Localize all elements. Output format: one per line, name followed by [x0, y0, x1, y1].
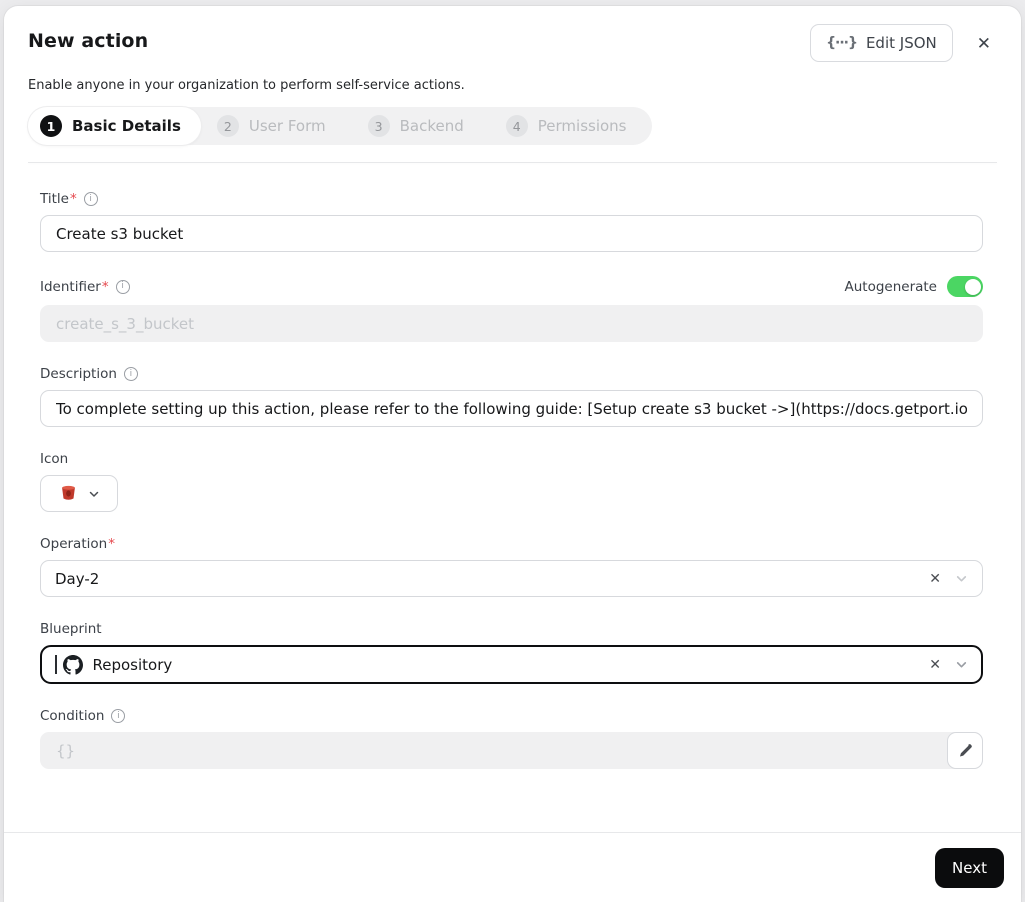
- clear-icon[interactable]: ✕: [929, 658, 941, 672]
- identifier-field-group: Identifier* i Autogenerate: [40, 276, 983, 342]
- step-basic-details[interactable]: 1 Basic Details: [28, 107, 201, 145]
- pencil-icon: [958, 743, 973, 758]
- chevron-down-icon[interactable]: [955, 572, 968, 585]
- new-action-modal: New action {···} Edit JSON ✕ Enable anyo…: [4, 6, 1021, 902]
- step-number: 4: [505, 115, 528, 137]
- step-number: 2: [216, 115, 239, 137]
- chevron-down-icon: [88, 488, 100, 500]
- operation-value: Day-2: [55, 569, 100, 588]
- condition-field-group: Condition i: [40, 708, 983, 769]
- curly-braces-icon: {···}: [826, 35, 858, 51]
- stepper: 1 Basic Details 2 User Form 3 Backend 4 …: [28, 107, 653, 145]
- icon-label: Icon: [40, 451, 69, 467]
- step-label: User Form: [248, 117, 326, 135]
- step-number: 3: [367, 115, 390, 137]
- step-backend[interactable]: 3 Backend: [352, 107, 490, 145]
- page-title: New action: [28, 30, 149, 52]
- s3-icon: [59, 484, 78, 503]
- chevron-down-icon[interactable]: [955, 658, 968, 671]
- required-asterisk: *: [101, 278, 109, 295]
- toggle-knob: [964, 278, 981, 295]
- title-input[interactable]: [40, 215, 983, 252]
- blueprint-label: Blueprint: [40, 621, 102, 637]
- step-label: Basic Details: [72, 117, 181, 135]
- step-label: Backend: [399, 117, 464, 135]
- operation-field-group: Operation* Day-2 ✕: [40, 536, 983, 597]
- icon-field-group: Icon: [40, 451, 983, 512]
- next-button[interactable]: Next: [935, 847, 1004, 888]
- step-label: Permissions: [537, 117, 627, 135]
- info-icon[interactable]: i: [123, 367, 138, 381]
- blueprint-value: Repository: [92, 655, 173, 674]
- identifier-label: Identifier*: [40, 278, 109, 295]
- autogenerate-toggle[interactable]: [947, 276, 983, 297]
- clear-icon[interactable]: ✕: [929, 572, 941, 586]
- blueprint-select[interactable]: Repository ✕: [40, 645, 983, 684]
- info-icon[interactable]: i: [115, 279, 130, 294]
- autogenerate-label: Autogenerate: [844, 278, 937, 295]
- info-icon[interactable]: i: [83, 192, 98, 206]
- title-field-group: Title* i: [40, 191, 983, 252]
- identifier-input: [40, 305, 983, 342]
- modal-subtitle: Enable anyone in your organization to pe…: [28, 78, 465, 93]
- operation-select[interactable]: Day-2 ✕: [40, 560, 983, 597]
- icon-select[interactable]: [40, 475, 118, 512]
- github-icon: [62, 654, 83, 675]
- condition-label: Condition: [40, 708, 105, 724]
- modal-footer: Next: [4, 832, 1021, 902]
- close-icon[interactable]: ✕: [971, 29, 997, 58]
- form-body: Title* i Identifier* i Autogenerate: [4, 163, 1021, 832]
- description-field-group: Description i: [40, 366, 983, 427]
- step-number: 1: [40, 115, 62, 137]
- info-icon[interactable]: i: [111, 709, 126, 723]
- description-label: Description: [40, 366, 117, 382]
- text-cursor: [55, 655, 57, 674]
- modal-header: New action {···} Edit JSON ✕ Enable anyo…: [4, 6, 1021, 163]
- operation-label: Operation*: [40, 536, 115, 552]
- blueprint-field-group: Blueprint Repository ✕: [40, 621, 983, 684]
- header-divider: [28, 162, 997, 163]
- step-user-form[interactable]: 2 User Form: [201, 107, 352, 145]
- description-input[interactable]: [40, 390, 983, 427]
- edit-json-label: Edit JSON: [865, 34, 937, 52]
- required-asterisk: *: [108, 536, 115, 552]
- title-label: Title*: [40, 191, 77, 207]
- condition-input: [40, 732, 983, 769]
- edit-condition-button[interactable]: [947, 732, 983, 769]
- edit-json-button[interactable]: {···} Edit JSON: [810, 24, 953, 62]
- required-asterisk: *: [69, 191, 77, 207]
- step-permissions[interactable]: 4 Permissions: [490, 107, 653, 145]
